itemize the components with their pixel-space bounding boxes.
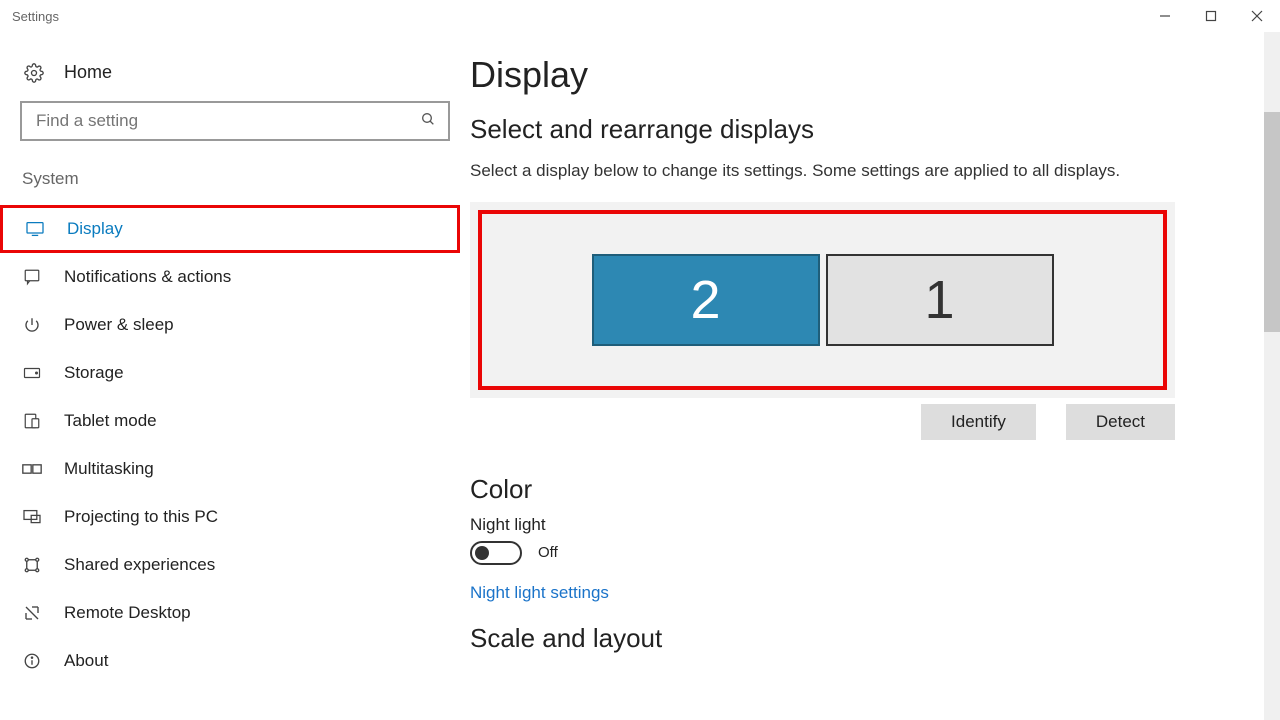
maximize-button[interactable] bbox=[1188, 0, 1234, 32]
sidebar-item-notifications[interactable]: Notifications & actions bbox=[0, 253, 470, 301]
scrollbar[interactable] bbox=[1264, 32, 1280, 720]
minimize-button[interactable] bbox=[1142, 0, 1188, 32]
close-icon bbox=[1251, 10, 1263, 22]
scroll-thumb[interactable] bbox=[1264, 112, 1280, 332]
night-light-toggle-row: Off bbox=[470, 541, 1240, 565]
category-label: System bbox=[0, 169, 470, 205]
home-label: Home bbox=[64, 62, 112, 83]
sidebar-item-label: Remote Desktop bbox=[64, 603, 191, 623]
night-light-toggle[interactable] bbox=[470, 541, 522, 565]
sidebar-item-display[interactable]: Display bbox=[0, 205, 460, 253]
minimize-icon bbox=[1159, 10, 1171, 22]
sidebar-item-label: Tablet mode bbox=[64, 411, 157, 431]
close-button[interactable] bbox=[1234, 0, 1280, 32]
page-title: Display bbox=[470, 54, 1240, 96]
sidebar-item-label: Projecting to this PC bbox=[64, 507, 218, 527]
detect-button[interactable]: Detect bbox=[1066, 404, 1175, 440]
arrange-desc: Select a display below to change its set… bbox=[470, 159, 1190, 184]
night-light-state: Off bbox=[538, 544, 558, 561]
storage-icon bbox=[22, 366, 42, 380]
color-title: Color bbox=[470, 474, 1240, 505]
remote-desktop-icon bbox=[22, 604, 42, 622]
sidebar-item-power[interactable]: Power & sleep bbox=[0, 301, 470, 349]
arrange-title: Select and rearrange displays bbox=[470, 114, 1240, 145]
gear-icon bbox=[24, 63, 44, 83]
sidebar-item-about[interactable]: About bbox=[0, 637, 470, 685]
titlebar: Settings bbox=[0, 0, 1280, 32]
identify-button[interactable]: Identify bbox=[921, 404, 1036, 440]
search-icon bbox=[420, 111, 436, 131]
sidebar-item-projecting[interactable]: Projecting to this PC bbox=[0, 493, 470, 541]
sidebar-item-label: Display bbox=[67, 219, 123, 239]
toggle-knob bbox=[475, 546, 489, 560]
maximize-icon bbox=[1205, 10, 1217, 22]
sidebar-item-label: About bbox=[64, 651, 108, 671]
multitasking-icon bbox=[22, 461, 42, 477]
sidebar-item-storage[interactable]: Storage bbox=[0, 349, 470, 397]
display-buttons-row: Identify Detect bbox=[470, 404, 1175, 440]
night-light-settings-link[interactable]: Night light settings bbox=[470, 583, 609, 603]
window-title: Settings bbox=[12, 9, 59, 24]
shared-icon bbox=[22, 556, 42, 574]
sidebar-item-shared[interactable]: Shared experiences bbox=[0, 541, 470, 589]
notification-icon bbox=[22, 268, 42, 286]
search-input[interactable] bbox=[20, 101, 450, 141]
power-icon bbox=[22, 316, 42, 334]
display-arrange-area[interactable]: 2 1 bbox=[478, 210, 1167, 390]
sidebar-item-label: Shared experiences bbox=[64, 555, 215, 575]
sidebar: Home System Display Notifications & acti… bbox=[0, 32, 470, 720]
sidebar-item-multitasking[interactable]: Multitasking bbox=[0, 445, 470, 493]
display-arrange-panel: 2 1 bbox=[470, 202, 1175, 398]
display-icon bbox=[25, 221, 45, 237]
sidebar-item-label: Storage bbox=[64, 363, 124, 383]
monitor-2[interactable]: 2 bbox=[592, 254, 820, 346]
sidebar-item-label: Notifications & actions bbox=[64, 267, 231, 287]
tablet-icon bbox=[22, 412, 42, 430]
sidebar-item-remote[interactable]: Remote Desktop bbox=[0, 589, 470, 637]
color-section: Color Night light Off Night light settin… bbox=[470, 474, 1240, 654]
home-link[interactable]: Home bbox=[0, 62, 470, 101]
sidebar-item-tablet[interactable]: Tablet mode bbox=[0, 397, 470, 445]
sidebar-item-label: Power & sleep bbox=[64, 315, 174, 335]
search-wrap bbox=[20, 101, 450, 141]
scale-layout-title: Scale and layout bbox=[470, 623, 1240, 654]
monitor-1[interactable]: 1 bbox=[826, 254, 1054, 346]
window-controls bbox=[1142, 0, 1280, 32]
night-light-label: Night light bbox=[470, 515, 1240, 535]
projecting-icon bbox=[22, 509, 42, 525]
main-content: Display Select and rearrange displays Se… bbox=[470, 32, 1280, 720]
sidebar-item-label: Multitasking bbox=[64, 459, 154, 479]
info-icon bbox=[22, 652, 42, 670]
